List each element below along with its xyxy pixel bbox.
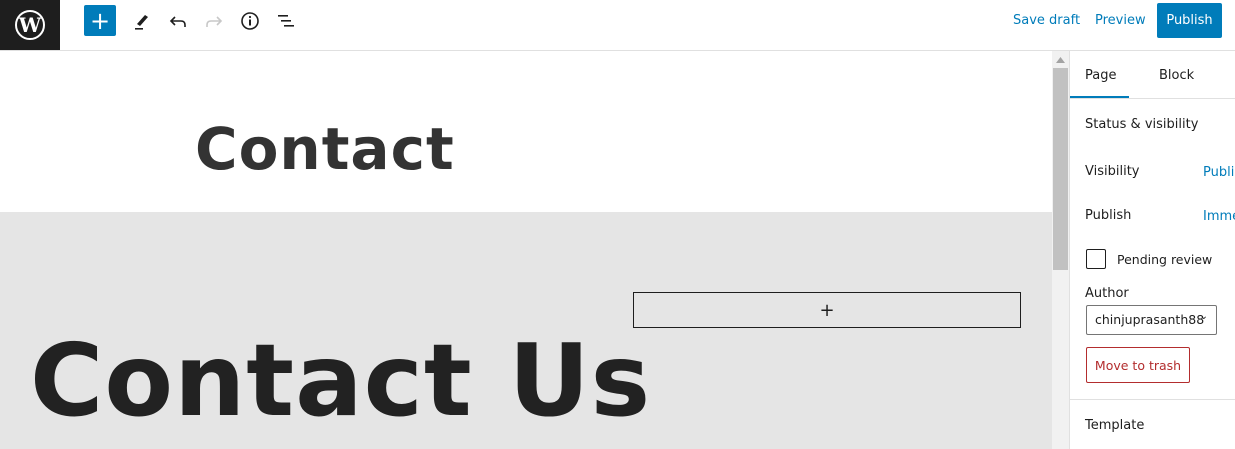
scroll-up-icon[interactable] <box>1056 57 1065 63</box>
block-appender-button[interactable]: + <box>633 292 1021 328</box>
pencil-icon <box>135 15 148 30</box>
scrollbar-thumb[interactable] <box>1053 68 1068 270</box>
pending-review-checkbox[interactable] <box>1086 249 1106 269</box>
divider <box>1070 98 1235 99</box>
publish-date-value[interactable]: Immediately <box>1203 209 1235 224</box>
publish-label: Publish <box>1085 208 1132 223</box>
undo-icon <box>169 16 186 27</box>
page-title[interactable]: Contact <box>195 115 455 183</box>
publish-button[interactable]: Publish <box>1157 3 1222 38</box>
details-button[interactable] <box>236 8 264 34</box>
tab-block[interactable]: Block <box>1159 68 1194 83</box>
author-label: Author <box>1085 286 1129 301</box>
divider <box>1070 399 1235 400</box>
editor-canvas: Contact + Contact Us <box>0 51 1052 449</box>
redo-button[interactable] <box>200 8 228 34</box>
preview-button[interactable]: Preview <box>1095 13 1146 28</box>
redo-icon <box>206 16 223 27</box>
svg-text:W: W <box>18 13 42 37</box>
move-to-trash-button[interactable]: Move to trash <box>1086 347 1190 383</box>
status-visibility-heading[interactable]: Status & visibility <box>1085 117 1198 132</box>
info-icon <box>241 12 259 30</box>
visibility-label: Visibility <box>1085 164 1140 179</box>
top-toolbar: W + Save draft Preview Publish <box>0 0 1235 51</box>
cover-heading[interactable]: Contact Us <box>30 322 651 439</box>
undo-button[interactable] <box>164 8 192 34</box>
save-draft-button[interactable]: Save draft <box>1013 13 1080 28</box>
chevron-down-icon: ⌄ <box>1199 311 1208 322</box>
tab-page[interactable]: Page <box>1085 68 1116 83</box>
author-select[interactable]: chinjuprasanth88 ⌄ <box>1086 305 1217 335</box>
cover-block[interactable]: + Contact Us <box>0 212 1052 449</box>
template-heading[interactable]: Template <box>1085 418 1144 433</box>
settings-sidebar: Page Block Status & visibility Visibilit… <box>1069 51 1235 449</box>
wordpress-logo-icon[interactable]: W <box>0 0 60 50</box>
visibility-value[interactable]: Public <box>1203 165 1235 180</box>
author-select-value: chinjuprasanth88 <box>1095 312 1205 327</box>
plus-icon: + <box>89 6 111 35</box>
list-view-icon <box>278 15 294 27</box>
add-block-button[interactable]: + <box>84 5 116 36</box>
pending-review-label[interactable]: Pending review <box>1117 252 1212 267</box>
edit-tools-button[interactable] <box>128 8 156 34</box>
list-view-button[interactable] <box>272 8 300 34</box>
